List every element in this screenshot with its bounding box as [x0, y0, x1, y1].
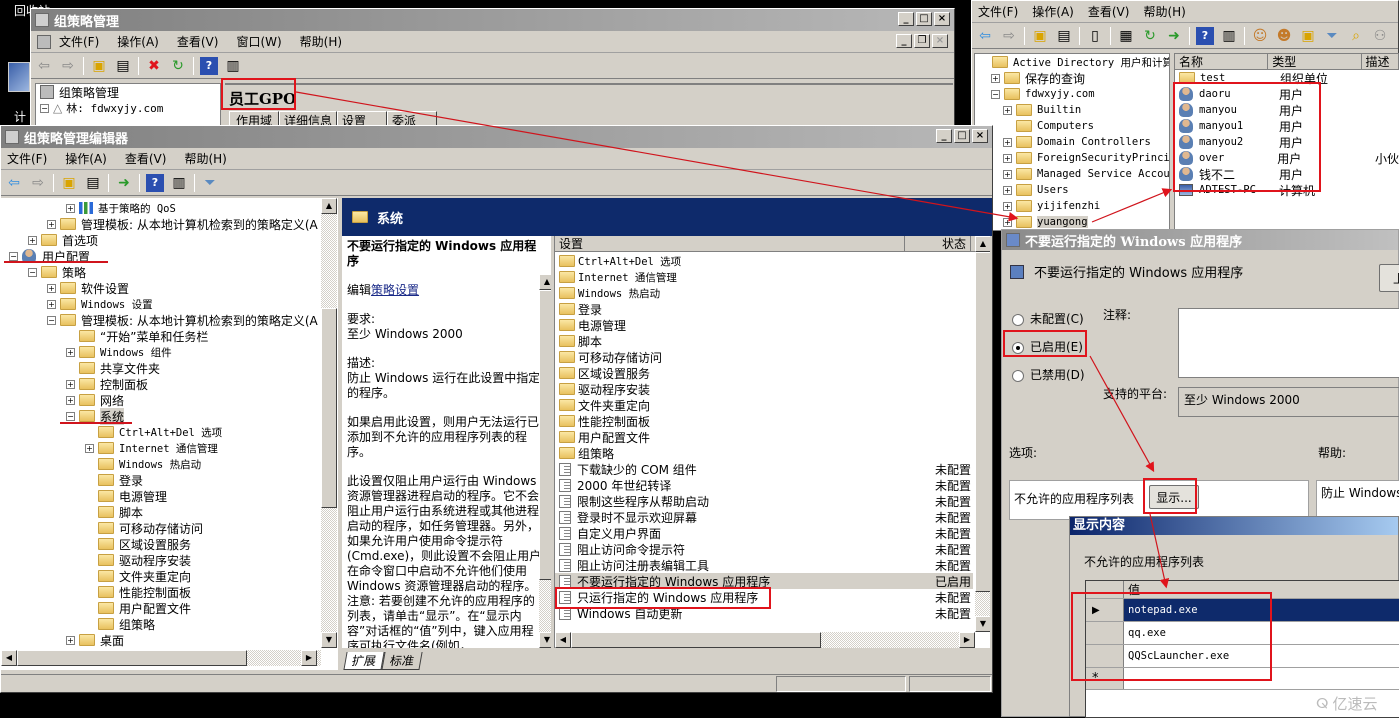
arrow-ou-to-users	[1092, 190, 1170, 222]
annotation-arrows	[0, 0, 1399, 717]
arrow-enabled-to-show	[1090, 356, 1153, 470]
arrow-gpo-to-ou	[296, 92, 1016, 218]
arrow-show-to-values	[1150, 514, 1166, 586]
